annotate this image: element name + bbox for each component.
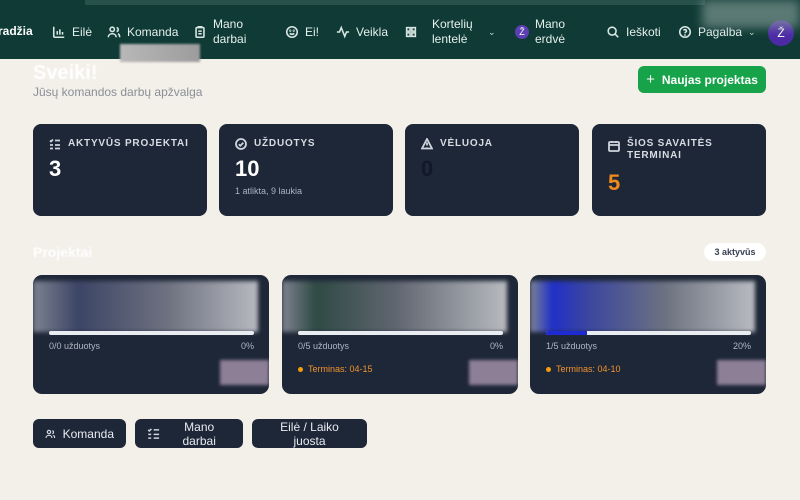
chevron-down-icon: ⌄ (748, 26, 756, 37)
deadline-dot-icon (298, 366, 303, 372)
progress-percent: 20% (732, 341, 751, 351)
search-icon (607, 26, 619, 38)
quick-link-label: Komanda (62, 426, 114, 441)
bar-chart-icon (52, 26, 65, 39)
activity-icon (336, 25, 350, 39)
redacted-area (220, 360, 269, 385)
stat-value: 5 (608, 170, 621, 195)
deadline-dot-icon (546, 366, 551, 372)
smile-icon (285, 25, 299, 39)
warning-icon (421, 138, 433, 150)
stat-value: 10 (235, 156, 260, 181)
redacted-area (530, 281, 755, 332)
nav-item-komanda[interactable]: Komanda (107, 18, 178, 46)
progress-percent: 0% (240, 341, 254, 351)
quick-link-komanda[interactable]: Komanda (33, 419, 126, 448)
nav-item-korteliu-lentele[interactable]: Kortelių lentelė ⌄ (404, 17, 496, 46)
progress-bar (49, 331, 254, 335)
nav-item-veikla[interactable]: Veikla (336, 18, 388, 46)
clipboard-icon (195, 25, 205, 39)
progress-bar (546, 331, 751, 335)
chevron-down-icon: ⌄ (488, 26, 496, 37)
page-title: Sveiki! (33, 62, 98, 84)
deadline: Terminas: 04-10 (546, 364, 621, 374)
nav-item-mano-erdve[interactable]: Ž Mano erdvė (515, 17, 575, 46)
nav-item-label: Eilė (72, 25, 93, 39)
grid-icon (405, 26, 417, 38)
help-circle-icon (678, 25, 692, 39)
redacted-area (702, 0, 800, 28)
quick-link-mano-darbai[interactable]: Mano darbai (135, 419, 243, 448)
redacted-area (33, 281, 258, 332)
deadline-text: Terminas: 04-10 (556, 364, 621, 374)
deadline-text: Terminas: 04-15 (308, 364, 373, 374)
redacted-area (717, 360, 766, 385)
nav-item-label: Mano erdvė (535, 17, 566, 46)
new-project-button[interactable]: + Naujas projektas (638, 66, 766, 93)
project-card[interactable]: 0/0 užduotys 0% (33, 275, 269, 394)
calendar-icon (608, 141, 620, 152)
new-project-label: Naujas projektas (661, 72, 758, 87)
nav-top-strip (85, 0, 705, 5)
stat-label: UŽDUOTYS (254, 138, 316, 149)
plus-icon: + (646, 71, 655, 88)
users-icon (107, 26, 121, 38)
stat-card-tasks: UŽDUOTYS 10 1 atlikta, 9 laukia (219, 124, 393, 216)
stat-value: 0 (421, 156, 434, 181)
progress-fill (546, 331, 587, 335)
nav-item-mano-darbai[interactable]: Mano darbai (193, 17, 255, 46)
nav-item-ei[interactable]: Ei! (285, 18, 319, 46)
stat-label: AKTYVŪS PROJEKTAI (68, 138, 189, 149)
stat-card-active-projects: AKTYVŪS PROJEKTAI 3 (33, 124, 207, 216)
quick-link-eile-laiko-juosta[interactable]: Eilė / Laiko juosta (252, 419, 367, 448)
project-card[interactable]: 1/5 užduotys 20% Terminas: 04-10 (530, 275, 766, 394)
nav-item-label: Komanda (127, 25, 179, 39)
task-count: 1/5 užduotys (546, 341, 598, 351)
workspace-badge-icon: Ž (515, 25, 529, 39)
redacted-area (282, 281, 507, 332)
stat-label: ŠIOS SAVAITĖS TERMINAI (627, 138, 713, 161)
quick-link-label: Mano darbai (182, 419, 216, 448)
redacted-area (469, 360, 518, 385)
stat-card-overdue: VĖLUOJA 0 (405, 124, 579, 216)
progress-bar (298, 331, 503, 335)
status-badge: 3 aktyvūs (704, 243, 766, 261)
list-check-icon (49, 138, 60, 150)
nav-item-label: Ei! (305, 25, 320, 39)
check-circle-icon (235, 138, 247, 150)
stat-sub: 1 atlikta, 9 laukia (235, 186, 303, 196)
deadline: Terminas: 04-15 (298, 364, 373, 374)
task-count: 0/5 užduotys (298, 341, 350, 351)
nav-item-label: Kortelių lentelė (432, 17, 473, 46)
nav-item-eile[interactable]: Eilė (52, 18, 92, 46)
nav-item-ieskoti[interactable]: Ieškoti (606, 18, 661, 46)
nav-item-label: Mano darbai (213, 17, 247, 46)
projects-heading: Projektai (33, 244, 93, 260)
brand-label[interactable]: radžia (0, 24, 33, 38)
project-card[interactable]: 0/5 užduotys 0% Terminas: 04-15 (282, 275, 518, 394)
progress-percent: 0% (489, 341, 503, 351)
top-navigation: radžia Eilė Komanda Mano darbai Ei! Veik… (0, 0, 800, 62)
list-check-icon (147, 427, 160, 439)
task-count: 0/0 užduotys (49, 341, 101, 351)
quick-link-label: Eilė / Laiko juosta (280, 419, 339, 448)
nav-item-label: Veikla (356, 25, 389, 39)
page-subtitle: Jūsų komandos darbų apžvalga (33, 85, 203, 99)
stat-card-week-deadlines: ŠIOS SAVAITĖS TERMINAI 5 (592, 124, 766, 216)
users-icon (45, 429, 56, 438)
stat-label: VĖLUOJA (440, 138, 493, 149)
nav-item-label: Ieškoti (626, 25, 661, 39)
stat-value: 3 (49, 156, 62, 181)
redacted-area (120, 44, 200, 62)
